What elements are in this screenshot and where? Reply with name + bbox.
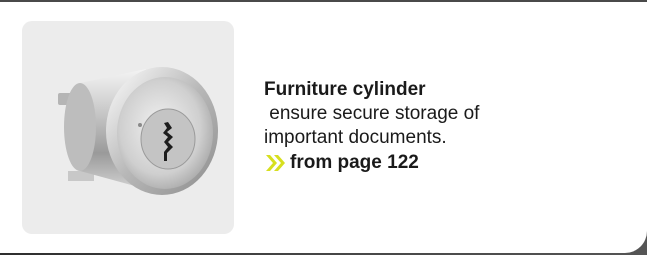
product-text: Furniture cylinder ensure secure storage…: [264, 78, 584, 176]
furniture-cylinder-lock-image: [58, 67, 218, 195]
product-card: Furniture cylinder ensure secure storage…: [0, 0, 647, 253]
product-description-line-2: important documents.: [264, 127, 447, 148]
product-image-frame: [22, 21, 234, 234]
page-reference-label[interactable]: from page 122: [290, 150, 419, 176]
product-title: Furniture cylinder: [264, 79, 426, 100]
double-chevron-right-icon: [266, 155, 285, 171]
page-reference-link[interactable]: from page 122: [264, 150, 584, 176]
product-description-line-1: ensure secure storage of: [264, 103, 480, 124]
